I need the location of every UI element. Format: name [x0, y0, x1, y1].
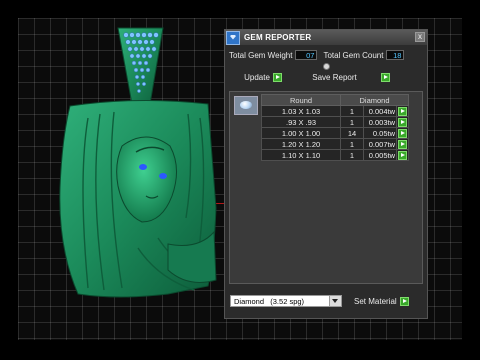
gem-weight: 0.004tw: [363, 105, 397, 117]
go-arrow-icon: [398, 117, 407, 127]
set-material-button[interactable]: Set Material: [354, 296, 409, 306]
save-report-button[interactable]: Save Report: [301, 71, 401, 84]
panel-titlebar[interactable]: GEM REPORTER x: [225, 30, 427, 45]
total-weight-label: Total Gem Weight: [229, 50, 293, 60]
gem-reporter-icon: [226, 30, 240, 45]
gem-weight: 0.005tw: [363, 149, 397, 161]
total-count-value: 18: [386, 50, 405, 60]
table-row: .93 X .93 1 0.003tw: [261, 116, 409, 128]
go-arrow-icon: [398, 106, 407, 116]
material-select[interactable]: Diamond (3.52 spg): [230, 295, 342, 307]
material-select-value: Diamond (3.52 spg): [234, 296, 305, 306]
close-icon[interactable]: x: [415, 32, 425, 42]
resize-handle-icon[interactable]: [322, 63, 330, 70]
table-row: 1.03 X 1.03 1 0.004tw: [261, 105, 409, 117]
gem-size: .93 X .93: [261, 116, 341, 128]
table-row: 1.10 X 1.10 1 0.005tw: [261, 149, 409, 161]
update-label: Update: [244, 73, 270, 82]
total-count-label: Total Gem Count: [323, 50, 384, 60]
chevron-down-icon[interactable]: [329, 296, 341, 306]
save-report-label: Save Report: [312, 73, 357, 82]
row-select-button[interactable]: [396, 127, 409, 139]
go-arrow-icon: [399, 296, 409, 306]
go-arrow-icon: [272, 73, 282, 82]
gem-weight: 0.003tw: [363, 116, 397, 128]
column-material: Diamond: [340, 94, 409, 106]
row-select-button[interactable]: [396, 116, 409, 128]
row-select-button[interactable]: [396, 105, 409, 117]
go-arrow-icon: [398, 128, 407, 138]
update-button[interactable]: Update: [225, 71, 301, 84]
material-footer: Diamond (3.52 spg) Set Material: [230, 295, 409, 307]
gem-size: 1.20 X 1.20: [261, 138, 341, 150]
row-select-button[interactable]: [396, 149, 409, 161]
gem-count: 1: [340, 138, 364, 150]
round-diamond-icon: [234, 96, 258, 115]
gem-count: 1: [340, 105, 364, 117]
go-arrow-icon: [398, 150, 407, 160]
gem-size: 1.00 X 1.00: [261, 127, 341, 139]
action-buttons: Update Save Report: [225, 71, 427, 84]
total-weight-value: 07: [295, 50, 318, 60]
column-shape: Round: [261, 94, 341, 106]
gem-count: 1: [340, 116, 364, 128]
set-material-label: Set Material: [354, 296, 397, 306]
table-row: 1.00 X 1.00 14 0.05tw: [261, 127, 409, 139]
panel-title: GEM REPORTER: [244, 33, 312, 42]
gem-size: 1.03 X 1.03: [261, 105, 341, 117]
gem-results-area: Round Diamond 1.03 X 1.03 1 0.004tw .93 …: [229, 91, 423, 284]
totals-row: Total Gem Weight 07 Total Gem Count 18: [225, 48, 427, 62]
gem-count: 1: [340, 149, 364, 161]
gem-count: 14: [340, 127, 364, 139]
go-arrow-icon: [380, 73, 390, 82]
gem-size: 1.10 X 1.10: [261, 149, 341, 161]
gem-weight: 0.007tw: [363, 138, 397, 150]
gem-reporter-panel: GEM REPORTER x Total Gem Weight 07 Total…: [224, 29, 428, 319]
go-arrow-icon: [398, 139, 407, 149]
table-row: 1.20 X 1.20 1 0.007tw: [261, 138, 409, 150]
gem-weight: 0.05tw: [363, 127, 397, 139]
row-select-button[interactable]: [396, 138, 409, 150]
gem-table: Round Diamond 1.03 X 1.03 1 0.004tw .93 …: [261, 94, 409, 161]
